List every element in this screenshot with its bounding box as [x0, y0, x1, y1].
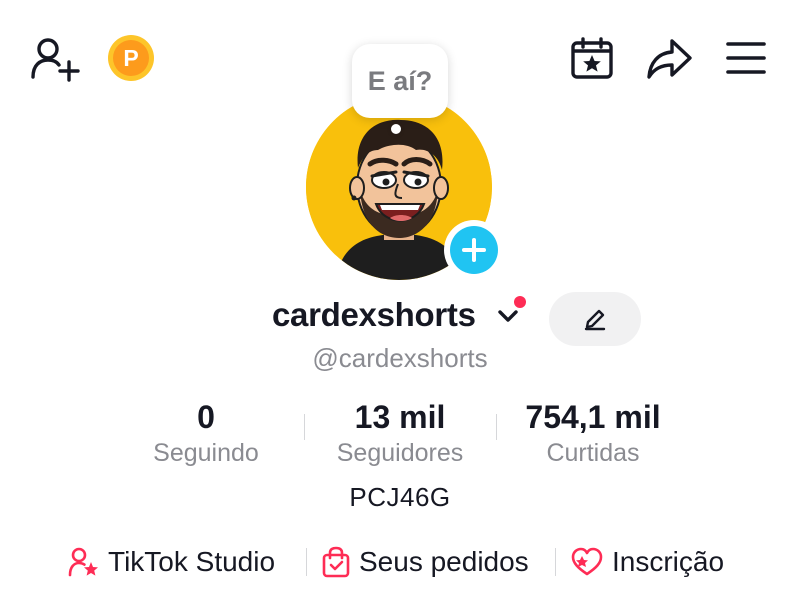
orders-link[interactable]: Seus pedidos	[321, 538, 529, 586]
share-icon	[647, 39, 692, 79]
coin-letter: P	[123, 45, 138, 71]
stat-likes-value: 754,1 mil	[525, 399, 661, 435]
bio-text: PCJ46G	[349, 482, 451, 512]
status-bubble-text: E aí?	[367, 65, 433, 96]
coin-button[interactable]: P	[106, 33, 156, 83]
subscription-label: Inscrição	[612, 546, 725, 577]
stat-likes-label: Curtidas	[546, 439, 640, 467]
stat-followers[interactable]: 13 mil Seguidores	[318, 398, 482, 470]
profile-page: P E aí? cardexshorts @cardexshorts 0 Seg…	[0, 0, 800, 600]
subscription-link[interactable]: Inscrição	[570, 538, 724, 586]
user-handle-text: @cardexshorts	[312, 343, 488, 373]
display-name[interactable]: cardexshorts	[272, 296, 476, 334]
links-divider	[555, 548, 556, 576]
add-story-button[interactable]	[444, 220, 504, 280]
stats-row: 0 Seguindo 13 mil Seguidores 754,1 mil C…	[0, 398, 800, 468]
profile-links: TikTok Studio Seus pedidos Inscrição	[0, 538, 800, 586]
stat-likes[interactable]: 754,1 mil Curtidas	[508, 398, 678, 470]
edit-profile-button[interactable]	[549, 292, 641, 346]
person-star-icon	[68, 547, 98, 577]
links-divider	[306, 548, 307, 576]
add-story-circle	[450, 226, 498, 274]
stats-divider	[496, 414, 497, 440]
menu-icon	[726, 42, 766, 74]
shopping-bag-icon	[322, 546, 350, 578]
stat-following[interactable]: 0 Seguindo	[130, 398, 282, 470]
plus-icon	[462, 238, 486, 262]
status-bubble[interactable]: E aí?	[352, 44, 448, 118]
calendar-button[interactable]	[567, 34, 617, 84]
orders-label: Seus pedidos	[359, 546, 529, 577]
user-handle: @cardexshorts	[0, 343, 800, 374]
name-row: cardexshorts	[0, 296, 800, 342]
stat-following-value: 0	[197, 399, 215, 435]
pencil-icon	[584, 309, 606, 331]
avatar-container[interactable]	[306, 94, 504, 284]
menu-button[interactable]	[721, 36, 771, 80]
stat-followers-value: 13 mil	[354, 399, 446, 435]
add-friend-icon	[31, 38, 80, 82]
calendar-star-icon	[571, 37, 613, 79]
stat-following-label: Seguindo	[153, 439, 259, 467]
stats-divider	[304, 414, 305, 440]
coin-icon: P	[108, 35, 154, 81]
add-friend-button[interactable]	[26, 33, 82, 85]
share-button[interactable]	[643, 34, 695, 84]
stat-followers-label: Seguidores	[336, 439, 464, 467]
tiktok-studio-label: TikTok Studio	[108, 546, 276, 577]
notification-dot	[514, 296, 526, 308]
heart-star-icon	[571, 547, 603, 576]
tiktok-studio-link[interactable]: TikTok Studio	[68, 538, 275, 586]
status-bubble-tail	[391, 124, 401, 134]
